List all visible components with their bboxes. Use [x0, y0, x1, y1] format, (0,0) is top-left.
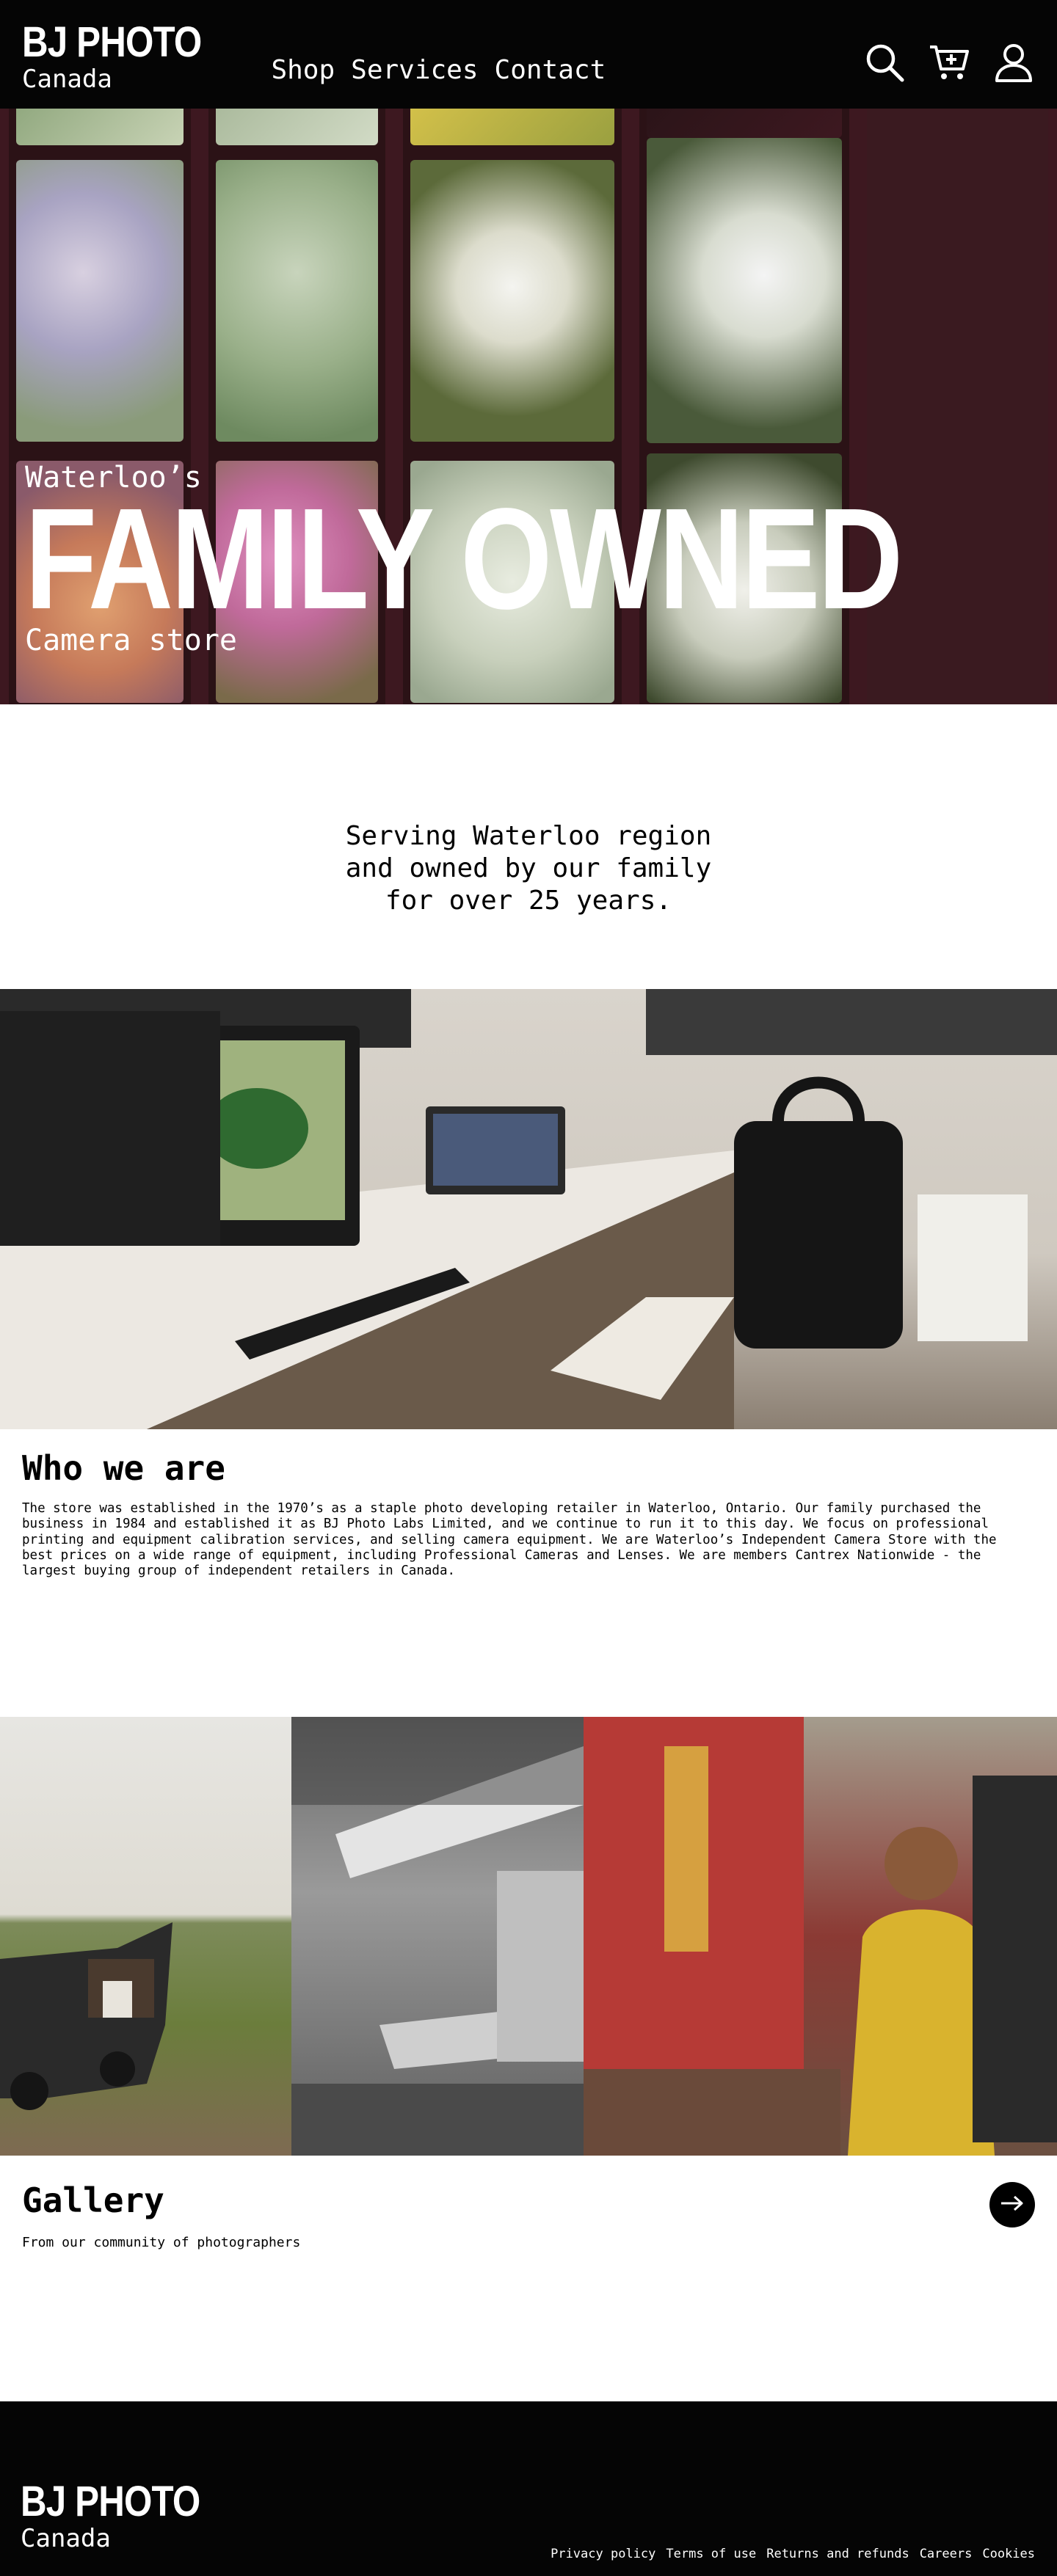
- arrow-right-icon: [1000, 2194, 1025, 2215]
- hero-banner: Waterloo’s FAMILY OWNED Camera store: [0, 109, 1057, 704]
- gallery-images: [0, 1717, 1057, 2156]
- nav-services[interactable]: Services: [351, 55, 478, 85]
- footer-link-privacy[interactable]: Privacy policy: [551, 2547, 655, 2561]
- who-we-are-section: Who we are The store was established in …: [0, 1429, 1057, 1717]
- footer-brand-sub: Canada: [21, 2524, 111, 2553]
- header-icons: [863, 41, 1035, 84]
- hero-title: FAMILY OWNED: [25, 478, 903, 639]
- brand-logo[interactable]: BJ PHOTO Canada: [22, 21, 233, 92]
- gallery-next-button[interactable]: [989, 2182, 1035, 2227]
- site-footer: BJ PHOTO Canada Privacy policy Terms of …: [0, 2401, 1057, 2576]
- gallery-image-market-woman[interactable]: [584, 1717, 1057, 2156]
- who-body: The store was established in the 1970’s …: [22, 1501, 997, 1579]
- gallery-section: Gallery From our community of photograph…: [0, 2156, 1057, 2401]
- user-icon[interactable]: [992, 41, 1035, 84]
- footer-link-careers[interactable]: Careers: [920, 2547, 973, 2561]
- office-workspace-image: [0, 989, 1057, 1429]
- footer-brand-logo[interactable]: BJ PHOTO Canada: [21, 2478, 231, 2553]
- brand-sub: Canada: [22, 65, 112, 94]
- search-icon[interactable]: [863, 41, 906, 84]
- gallery-subtitle: From our community of photographers: [22, 2235, 301, 2250]
- gallery-image-patio[interactable]: [291, 1717, 584, 2156]
- footer-link-returns[interactable]: Returns and refunds: [766, 2547, 909, 2561]
- brand-name: BJ PHOTO: [22, 18, 202, 66]
- gallery-image-car[interactable]: [0, 1717, 291, 2156]
- footer-links: Privacy policy Terms of use Returns and …: [551, 2547, 1035, 2561]
- serving-section: Serving Waterloo region and owned by our…: [0, 704, 1057, 989]
- nav-shop[interactable]: Shop: [271, 55, 335, 85]
- footer-link-terms[interactable]: Terms of use: [666, 2547, 756, 2561]
- main-nav: Shop Services Contact: [271, 55, 606, 85]
- footer-link-cookies[interactable]: Cookies: [982, 2547, 1035, 2561]
- who-title: Who we are: [22, 1448, 225, 1488]
- cart-add-icon[interactable]: [928, 41, 970, 84]
- site-header: BJ PHOTO Canada Shop Services Contact: [0, 0, 1057, 109]
- footer-brand-name: BJ PHOTO: [21, 2478, 200, 2525]
- serving-text: Serving Waterloo region and owned by our…: [345, 821, 712, 916]
- nav-contact[interactable]: Contact: [495, 55, 606, 85]
- hero-text: Waterloo’s FAMILY OWNED Camera store: [25, 461, 1057, 657]
- gallery-title: Gallery: [22, 2181, 164, 2220]
